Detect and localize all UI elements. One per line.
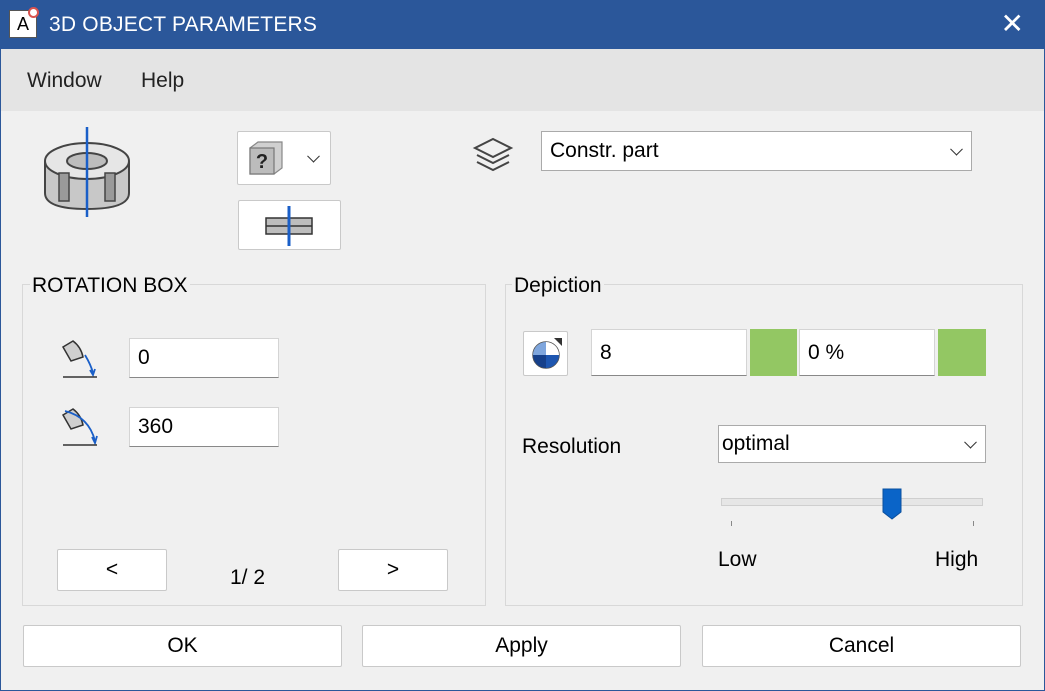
menu-help[interactable]: Help [141, 69, 184, 93]
menu-window[interactable]: Window [27, 69, 102, 93]
ok-button[interactable]: OK [23, 625, 342, 667]
menu-bar: Window Help [1, 49, 1044, 111]
resolution-label: Resolution [522, 435, 622, 458]
depiction-title: Depiction [512, 274, 604, 298]
chevron-down-icon [307, 149, 320, 163]
rotation-box-title: ROTATION BOX [30, 274, 190, 298]
start-angle-input[interactable]: 0 [129, 338, 279, 378]
slider-low-label: Low [718, 548, 757, 571]
resolution-slider-track[interactable] [721, 498, 983, 506]
app-icon-badge [28, 7, 39, 18]
fill-color-swatch[interactable] [938, 329, 986, 376]
section-plane-icon [264, 205, 314, 247]
slider-tick-low [731, 521, 732, 526]
section-plane-button[interactable] [238, 200, 341, 250]
unknown-material-icon: ? [246, 140, 284, 178]
layer-select[interactable]: Constr. part [541, 131, 972, 171]
svg-text:?: ? [256, 151, 268, 173]
pen-settings-button[interactable] [523, 331, 568, 376]
material-dropdown-button[interactable]: ? [237, 131, 331, 185]
end-angle-input[interactable]: 360 [129, 407, 279, 447]
title-bar: A 3D OBJECT PARAMETERS ✕ [1, 1, 1044, 49]
ring-object-icon [39, 125, 135, 219]
app-icon-letter: A [16, 14, 29, 34]
slider-high-label: High [935, 548, 979, 571]
pen-wheel-icon [530, 338, 562, 370]
dialog-window: A 3D OBJECT PARAMETERS ✕ Window Help ? C… [0, 0, 1045, 691]
page-indicator: 1/ 2 [230, 566, 266, 589]
window-title: 3D OBJECT PARAMETERS [49, 13, 318, 36]
chevron-down-icon [950, 142, 963, 156]
chevron-down-icon [964, 435, 977, 449]
app-icon: A [9, 7, 39, 38]
start-angle-icon [59, 337, 101, 379]
pen-input[interactable]: 8 [591, 329, 747, 376]
close-icon[interactable]: ✕ [1001, 7, 1024, 40]
resolution-slider-thumb[interactable] [882, 488, 902, 520]
end-angle-icon [59, 405, 101, 447]
next-page-button[interactable]: > [338, 549, 448, 591]
resolution-select[interactable]: optimal [718, 425, 986, 463]
pen-color-swatch[interactable] [750, 329, 797, 376]
transparency-input[interactable]: 0 % [799, 329, 935, 376]
resolution-select-value: optimal [722, 432, 790, 455]
prev-page-button[interactable]: < [57, 549, 167, 591]
apply-button[interactable]: Apply [362, 625, 681, 667]
layer-select-value: Constr. part [550, 139, 659, 162]
slider-tick-high [973, 521, 974, 526]
cancel-button[interactable]: Cancel [702, 625, 1021, 667]
layers-icon [471, 135, 515, 177]
